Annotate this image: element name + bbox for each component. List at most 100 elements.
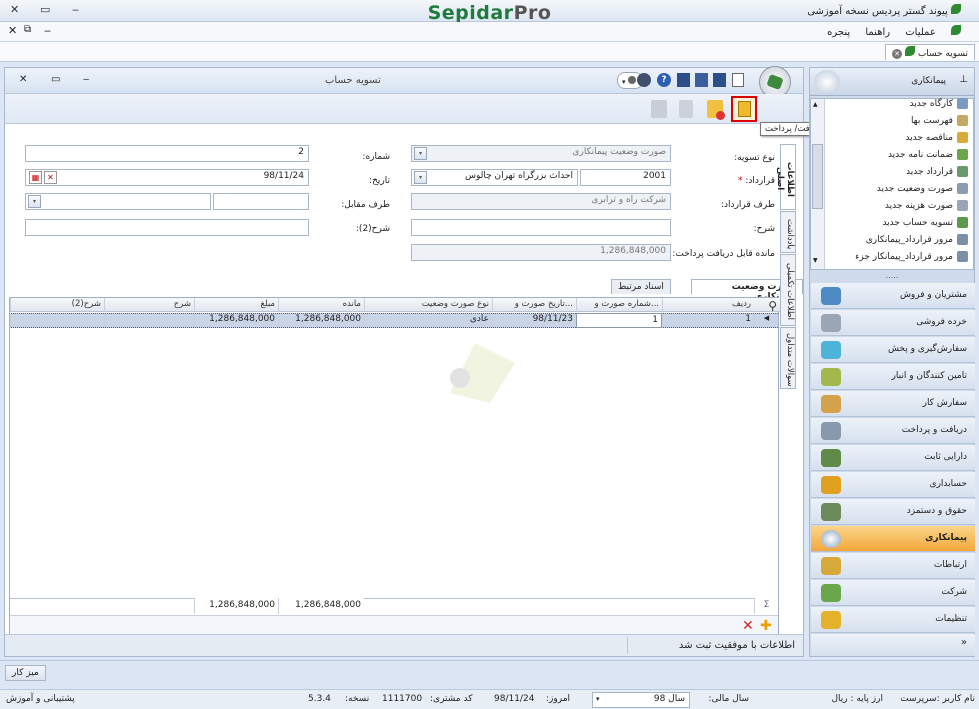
desktop-button[interactable]: میز کار [5, 665, 46, 681]
tree-item-new-contract[interactable]: قرارداد جدید [906, 166, 968, 177]
vtab-extra-info[interactable]: اطلاعات تکمیلی [780, 254, 796, 326]
fiscal-dropdown-icon[interactable]: ▾ [596, 695, 600, 703]
add-row-icon[interactable]: ✚ [760, 618, 772, 634]
sidebar-title: پیمانکاری [911, 76, 946, 86]
tree-item-new-guarantee[interactable]: ضمانت نامه جدید [888, 149, 968, 160]
issue-receipt-payment-button[interactable] [731, 96, 757, 122]
vtab-notes[interactable]: یادداشت [780, 211, 796, 253]
chevron-double-icon[interactable]: » [961, 637, 967, 648]
scroll-down-icon[interactable]: ▼ [813, 257, 818, 264]
pin-icon[interactable]: ⊥ [959, 74, 968, 85]
header-description2[interactable]: شرح(2) [10, 298, 104, 312]
header-remaining[interactable]: مانده [278, 298, 364, 312]
window-minimize-icon[interactable]: ‒ [83, 74, 89, 85]
counterparty-dropdown[interactable]: ▾ [28, 195, 41, 208]
tree-item-subcontract-review[interactable]: مرور قرارداد_پیمانکار جزء [855, 251, 968, 262]
remaining-field: 1,286,848,000 [411, 244, 671, 261]
nav-company[interactable]: شرکت [811, 580, 975, 606]
contract-code-field[interactable]: 2001 [580, 169, 671, 186]
tree-item-new-workshop[interactable]: کارگاه جدید [910, 98, 968, 109]
tab-related-documents[interactable]: اسناد مرتبط [611, 279, 671, 294]
nav-overflow[interactable]: » [811, 634, 975, 656]
save-new-icon[interactable] [713, 73, 726, 87]
description-field[interactable] [411, 219, 671, 236]
menu-window[interactable]: پنجره [827, 27, 850, 38]
new-document-icon[interactable] [732, 73, 744, 87]
header-statement-type[interactable]: نوع صورت وضعیت [364, 298, 492, 312]
grid-search-header[interactable]: ⚲ [754, 298, 780, 312]
cell-remaining[interactable]: 1,286,848,000 [278, 313, 364, 328]
scroll-thumb[interactable] [812, 144, 823, 209]
number-field[interactable]: 2 [25, 145, 309, 162]
header-statement-date[interactable]: تاریخ صورت و... [492, 298, 576, 312]
tree-scrollbar[interactable]: ▲ ▼ [811, 99, 825, 269]
date-field[interactable]: 98/11/24 [25, 169, 309, 186]
counterparty-code-field[interactable] [213, 193, 309, 210]
cell-row-number[interactable]: 1 [662, 313, 754, 328]
nav-communications[interactable]: ارتباطات [811, 553, 975, 579]
contract-name-field[interactable]: احداث بزرگراه تهران چالوس [411, 169, 578, 186]
settings-icon[interactable] [637, 73, 651, 87]
nav-retail[interactable]: خرده فروشی [811, 310, 975, 336]
description2-label: شرح(2): [355, 224, 390, 234]
document-icon[interactable] [679, 100, 693, 118]
menu-help[interactable]: راهنما [865, 27, 890, 38]
clear-date-icon[interactable]: ✕ [44, 171, 57, 184]
contract-dropdown[interactable]: ▾ [414, 171, 427, 184]
counterparty-name-field[interactable] [25, 193, 211, 210]
tree-item-new-tender[interactable]: مناقصه جدید [905, 132, 968, 143]
header-description[interactable]: شرح [104, 298, 194, 312]
mdi-minimize-icon[interactable]: ‒ [44, 24, 51, 37]
nav-order-distribution[interactable]: سفارش‌گیری و پخش [811, 337, 975, 363]
print-icon[interactable] [651, 100, 667, 118]
scroll-up-icon[interactable]: ▲ [813, 101, 818, 108]
settlement-type-field[interactable]: صورت وضعیت پیمانکاری [411, 145, 671, 162]
vtab-faq[interactable]: سوالات متداول [780, 327, 796, 389]
nav-fixed-assets[interactable]: دارایی ثابت [811, 445, 975, 471]
cell-statement-type[interactable]: عادی [364, 313, 492, 328]
tree-item-price-list[interactable]: فهرست بها [911, 115, 968, 126]
tree-item-new-statement[interactable]: صورت وضعیت جدید [877, 183, 968, 194]
vtab-main-info[interactable]: اطلاعات اصلی [775, 144, 796, 210]
cell-description[interactable] [104, 313, 194, 328]
header-statement-number[interactable]: شماره صورت و... [576, 298, 662, 312]
menu-operations[interactable]: عملیات [905, 27, 936, 38]
nav-work-order[interactable]: سفارش کار [811, 391, 975, 417]
cell-description2[interactable] [10, 313, 104, 328]
settlement-type-dropdown[interactable]: ▾ [414, 147, 427, 160]
mdi-restore-icon[interactable]: ⧉ [24, 24, 31, 35]
calendar-icon[interactable]: ▦ [29, 171, 42, 184]
splitter-dots[interactable]: ..... [810, 271, 974, 280]
save-close-icon[interactable] [695, 73, 708, 87]
mdi-close-icon[interactable]: ✕ [8, 24, 17, 37]
tree-item-contract-review[interactable]: مرور قرارداد_پیمانکاری [866, 234, 968, 245]
nav-receipt-payment[interactable]: دریافت و پرداخت [811, 418, 975, 444]
delete-row-icon[interactable]: ✕ [742, 618, 754, 634]
work-order-icon [821, 395, 841, 413]
nav-accounting[interactable]: حسابداری [811, 472, 975, 498]
settings-nav-icon [821, 611, 841, 629]
grid-search-icon[interactable]: ⚲ [768, 299, 777, 311]
cell-statement-date[interactable]: 98/11/23 [492, 313, 576, 328]
window-maximize-icon[interactable]: ▭ [51, 74, 60, 85]
window-close-icon[interactable]: ✕ [19, 74, 27, 85]
save-icon[interactable] [677, 73, 690, 87]
tree-item-new-expense[interactable]: صورت هزینه جدید [885, 200, 968, 211]
support-link[interactable]: پشتیبانی و آموزش [6, 694, 75, 704]
header-amount[interactable]: مبلغ [194, 298, 278, 312]
description2-field[interactable] [25, 219, 309, 236]
cell-statement-number[interactable]: 1 [576, 313, 662, 328]
help-icon[interactable]: ? [657, 73, 671, 87]
tab-close-icon[interactable]: ✕ [892, 49, 903, 59]
nav-customers-sales[interactable]: مشتریان و فروش [811, 283, 975, 309]
delete-document-icon[interactable] [707, 100, 725, 120]
tab-settlement[interactable]: تسویه حساب ✕ [885, 44, 975, 60]
nav-settings[interactable]: تنظیمات [811, 607, 975, 633]
nav-contracting[interactable]: پیمانکاری [811, 526, 975, 552]
nav-suppliers-warehouse[interactable]: تامین کنندگان و انبار [811, 364, 975, 390]
tree-item-new-settlement[interactable]: تسویه حساب جدید [882, 217, 968, 228]
nav-payroll[interactable]: حقوق و دستمزد [811, 499, 975, 525]
cell-amount[interactable]: 1,286,848,000 [194, 313, 278, 328]
fiscal-year-select[interactable]: سال 98 ▾ [592, 692, 690, 708]
header-row-number[interactable]: ردیف [662, 298, 754, 312]
